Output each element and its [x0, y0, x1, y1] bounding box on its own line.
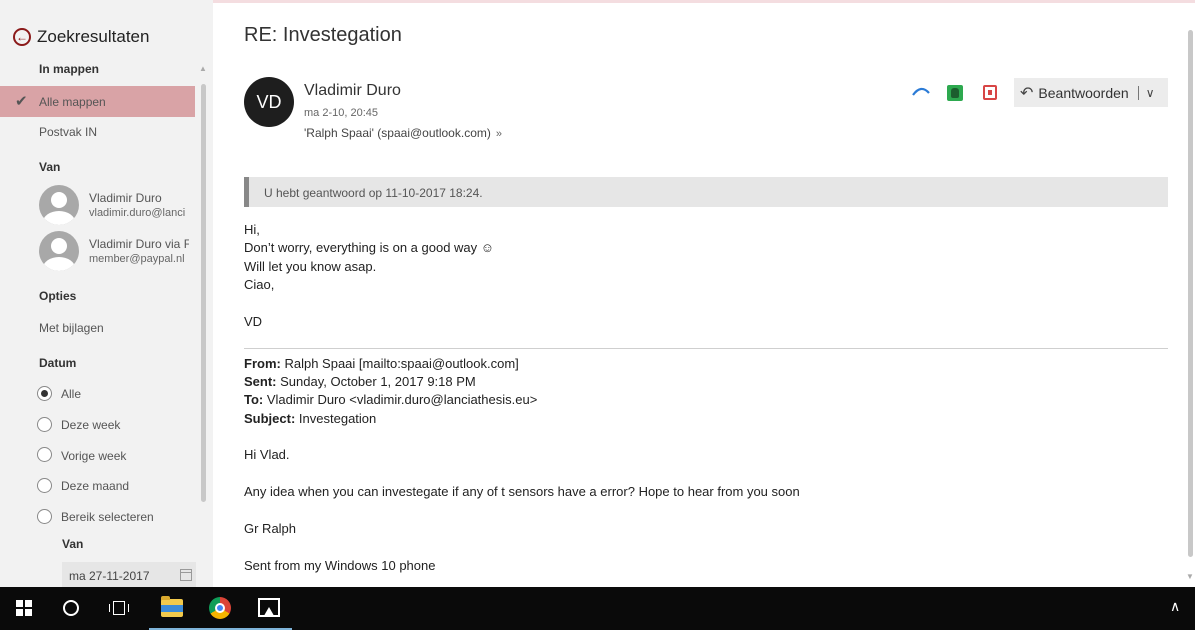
- evernote-icon[interactable]: [947, 85, 963, 101]
- back-arrow-icon[interactable]: ←: [13, 28, 31, 46]
- search-results-title[interactable]: Zoekresultaten: [37, 27, 149, 47]
- task-view-button[interactable]: [97, 587, 145, 630]
- quoted-sent-value: Sunday, October 1, 2017 9:18 PM: [280, 374, 476, 389]
- avatar[interactable]: [39, 231, 79, 271]
- addin-icon[interactable]: [983, 85, 997, 100]
- from-heading: Van: [39, 160, 61, 174]
- quoted-body-line: Any idea when you can investegate if any…: [244, 484, 800, 499]
- message-subject: RE: Investegation: [244, 24, 402, 46]
- top-accent-line: [213, 0, 1195, 3]
- body-line: Hi,: [244, 222, 260, 237]
- body-line: Will let you know asap.: [244, 259, 377, 274]
- sender-filter-email[interactable]: member@paypal.nl: [89, 253, 187, 265]
- quoted-from: From: Ralph Spaai [mailto:spaai@outlook.…: [244, 356, 519, 371]
- cortana-circle-icon[interactable]: [63, 600, 79, 616]
- options-heading: Opties: [39, 289, 77, 303]
- date-radio-this-month[interactable]: [37, 478, 52, 493]
- quoted-sent: Sent: Sunday, October 1, 2017 9:18 PM: [244, 374, 476, 389]
- reply-button-label[interactable]: Beantwoorden: [1038, 85, 1128, 101]
- sender-avatar[interactable]: VD: [244, 77, 294, 127]
- recipient-line: 'Ralph Spaai' (spaai@outlook.com) »: [304, 126, 502, 140]
- reply-button[interactable]: ↶ Beantwoorden ∨: [1014, 78, 1168, 107]
- sender-filter-email[interactable]: vladimir.duro@lanci: [89, 207, 187, 219]
- body-line: Ciao,: [244, 277, 275, 292]
- folder-icon[interactable]: [161, 596, 183, 617]
- with-attachments-filter[interactable]: Met bijlagen: [39, 321, 104, 335]
- date-radio-last-week[interactable]: [37, 447, 52, 462]
- date-option-label[interactable]: Alle: [61, 387, 81, 401]
- expand-recipients-icon[interactable]: »: [496, 128, 502, 140]
- quoted-subject: Subject: Investegation: [244, 411, 376, 426]
- chevron-down-icon[interactable]: ∨: [1146, 86, 1155, 100]
- chrome-icon[interactable]: [209, 597, 231, 619]
- replied-notice: U hebt geantwoord op 11-10-2017 18:24.: [244, 177, 1168, 207]
- checkmark-icon: ✔: [15, 93, 28, 110]
- avatar[interactable]: [39, 185, 79, 225]
- quoted-from-label: From:: [244, 356, 281, 371]
- sender-name[interactable]: Vladimir Duro: [304, 82, 401, 100]
- calendar-icon[interactable]: [180, 569, 192, 581]
- sender-filter-name[interactable]: Vladimir Duro: [89, 191, 189, 205]
- windows-taskbar: [0, 587, 1195, 630]
- body-line: VD: [244, 314, 263, 329]
- photos-button[interactable]: [244, 587, 292, 630]
- reading-pane-scrollbar[interactable]: [1188, 30, 1193, 557]
- folder-item-inbox[interactable]: Postvak IN: [39, 125, 97, 139]
- search-filter-sidebar: ← Zoekresultaten In mappen ▲ ✔ Alle mapp…: [0, 0, 213, 587]
- quote-divider: [244, 348, 1168, 349]
- back-to-search-results[interactable]: ← Zoekresultaten: [13, 27, 149, 47]
- photos-icon[interactable]: [258, 598, 280, 617]
- sender-filter-name[interactable]: Vladimir Duro via F: [89, 237, 189, 251]
- range-from-value[interactable]: ma 27-11-2017: [69, 569, 150, 583]
- replied-notice-text: U hebt geantwoord op 11-10-2017 18:24.: [264, 186, 483, 200]
- reply-separator: [1137, 85, 1139, 100]
- quoted-body-line: Gr Ralph: [244, 521, 297, 536]
- message-date: ma 2-10, 20:45: [304, 107, 378, 119]
- range-from-label: Van: [62, 537, 84, 551]
- quoted-from-value: Ralph Spaai [mailto:spaai@outlook.com]: [284, 356, 519, 371]
- task-view-icon[interactable]: [109, 601, 129, 615]
- date-radio-select-range[interactable]: [37, 509, 52, 524]
- quoted-to: To: Vladimir Duro <vladimir.duro@lanciat…: [244, 392, 537, 407]
- file-explorer-button[interactable]: [149, 587, 197, 630]
- date-radio-all[interactable]: [37, 386, 52, 401]
- date-option-label[interactable]: Deze maand: [61, 479, 129, 493]
- quoted-subject-value: Investegation: [298, 411, 377, 426]
- quoted-to-label: To:: [244, 392, 264, 407]
- quoted-body-line: Hi Vlad.: [244, 447, 290, 462]
- date-option-label[interactable]: Bereik selecteren: [61, 510, 154, 524]
- date-option-label[interactable]: Vorige week: [61, 449, 126, 463]
- date-radio-this-week[interactable]: [37, 417, 52, 432]
- sidebar-scroll-up[interactable]: ▲: [199, 64, 207, 73]
- date-heading: Datum: [39, 356, 77, 370]
- sidebar-scrollbar[interactable]: [201, 84, 206, 502]
- quoted-subject-label: Subject:: [244, 411, 296, 426]
- recipient[interactable]: 'Ralph Spaai' (spaai@outlook.com): [304, 126, 491, 140]
- start-button[interactable]: [0, 587, 48, 630]
- in-folders-heading: In mappen: [39, 62, 100, 76]
- reply-indicator-icon[interactable]: [912, 86, 930, 96]
- reading-pane-scroll-down[interactable]: ▼: [1186, 572, 1194, 581]
- windows-logo-icon[interactable]: [16, 600, 32, 616]
- range-from-date-field[interactable]: ma 27-11-2017: [62, 562, 196, 587]
- quoted-body-line: Sent from my Windows 10 phone: [244, 558, 436, 573]
- folder-item-all[interactable]: Alle mappen: [39, 95, 106, 109]
- quoted-sent-label: Sent:: [244, 374, 277, 389]
- cortana-button[interactable]: [49, 587, 97, 630]
- tray-chevron-up-icon[interactable]: ∧: [1170, 598, 1180, 615]
- body-line: Don’t worry, everything is on a good way…: [244, 240, 495, 255]
- date-option-label[interactable]: Deze week: [61, 418, 120, 432]
- chrome-button[interactable]: [196, 587, 244, 630]
- quoted-to-value: Vladimir Duro <vladimir.duro@lanciathesi…: [266, 392, 538, 407]
- reply-arrow-icon[interactable]: ↶: [1020, 83, 1033, 103]
